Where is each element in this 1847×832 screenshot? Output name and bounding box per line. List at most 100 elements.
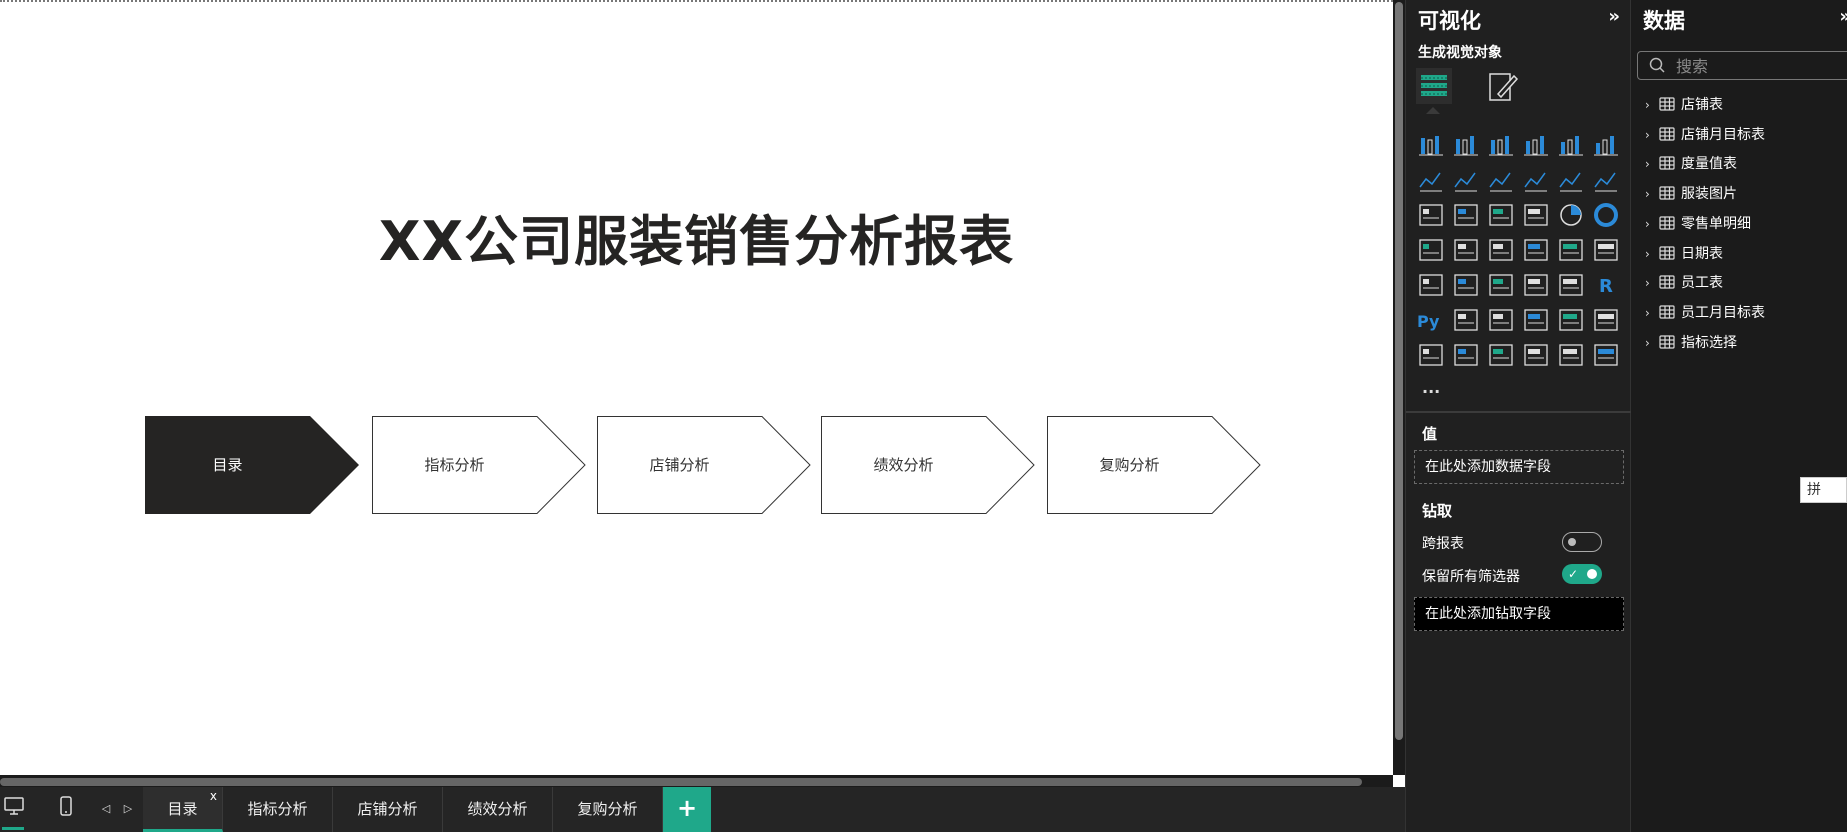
matrix-icon[interactable]	[1559, 274, 1583, 296]
decomposition-tree-icon[interactable]	[1489, 309, 1513, 331]
collapse-pane-icon[interactable]: »	[1608, 6, 1620, 27]
arcgis-icon[interactable]	[1524, 344, 1548, 366]
power-bi-icon[interactable]	[1559, 344, 1583, 366]
filled-map-icon[interactable]	[1489, 239, 1513, 261]
table-item[interactable]: › 度量值表	[1645, 152, 1737, 176]
100-bar-icon[interactable]	[1559, 136, 1583, 156]
svg-text:Py: Py	[1417, 312, 1440, 331]
search-input[interactable]	[1676, 55, 1846, 77]
table-item[interactable]: › 店铺表	[1645, 93, 1723, 117]
tab-indicator-analysis[interactable]: 指标分析	[223, 787, 333, 832]
ribbon-icon[interactable]	[1524, 172, 1547, 192]
mobile-view-icon[interactable]	[52, 795, 80, 823]
waterfall-icon[interactable]	[1454, 204, 1478, 226]
stacked-column-icon[interactable]	[1454, 136, 1478, 156]
table-icon	[1659, 156, 1675, 170]
canvas-vertical-scrollbar[interactable]	[1393, 0, 1405, 775]
key-influencers-icon[interactable]	[1454, 309, 1478, 331]
nav-button-store[interactable]: 店铺分析	[597, 416, 812, 514]
table-icon	[1659, 305, 1675, 319]
search-box[interactable]	[1637, 51, 1847, 80]
nav-button-indicator[interactable]: 指标分析	[372, 416, 587, 514]
funnel-icon[interactable]	[1489, 204, 1513, 226]
python-visual-icon[interactable]: Py	[1417, 312, 1440, 331]
card-icon[interactable]	[1594, 239, 1618, 261]
stacked-bar-icon[interactable]	[1419, 136, 1443, 156]
desktop-view-icon[interactable]	[0, 795, 28, 823]
table-item[interactable]: › 服装图片	[1645, 182, 1737, 206]
line-clustered-icon[interactable]	[1594, 172, 1617, 192]
area-chart-icon[interactable]	[1454, 172, 1477, 192]
table-item[interactable]: › 员工月目标表	[1645, 301, 1765, 325]
multi-card-icon[interactable]	[1419, 274, 1443, 296]
pie-icon[interactable]	[1560, 204, 1582, 226]
scatter-icon[interactable]	[1524, 204, 1548, 226]
map-icon[interactable]	[1454, 239, 1478, 261]
collapse-pane-icon[interactable]: »	[1839, 6, 1847, 27]
line-column-icon[interactable]	[1559, 172, 1582, 192]
chevron-right-icon[interactable]: ›	[1645, 152, 1659, 176]
nav-button-performance[interactable]: 绩效分析	[821, 416, 1036, 514]
qa-icon[interactable]	[1524, 309, 1548, 331]
stacked-area-icon[interactable]	[1489, 172, 1512, 192]
table-label: 服装图片	[1681, 186, 1737, 203]
kpi-icon[interactable]	[1454, 274, 1478, 296]
narrative-icon[interactable]	[1559, 309, 1583, 331]
toggle-knob	[1587, 569, 1597, 579]
chevron-right-icon[interactable]: ›	[1645, 212, 1659, 236]
chevron-right-icon[interactable]: ›	[1645, 93, 1659, 117]
ribbon-chart-icon[interactable]	[1419, 204, 1443, 226]
scroll-thumb[interactable]	[1395, 2, 1403, 740]
more-visuals-icon[interactable]: ...	[1422, 378, 1440, 397]
azure-map-icon[interactable]	[1524, 239, 1548, 261]
slicer-icon[interactable]	[1489, 274, 1513, 296]
table-item[interactable]: › 指标选择	[1645, 331, 1737, 355]
power-automate-icon[interactable]	[1489, 344, 1513, 366]
chevron-right-icon[interactable]: ›	[1645, 331, 1659, 355]
chevron-right-icon[interactable]: ›	[1645, 271, 1659, 295]
line-chart-icon[interactable]	[1419, 172, 1442, 192]
table-item[interactable]: › 日期表	[1645, 242, 1723, 266]
table-item[interactable]: › 店铺月目标表	[1645, 123, 1765, 147]
gauge-icon[interactable]	[1559, 239, 1583, 261]
scrollbar-corner	[1393, 775, 1405, 787]
keep-filters-toggle[interactable]: ✓	[1562, 564, 1602, 584]
flow-icon[interactable]	[1594, 344, 1618, 366]
drill-through-drop-well[interactable]: 在此处添加钻取字段	[1414, 597, 1624, 631]
tab-store-analysis[interactable]: 店铺分析	[333, 787, 443, 832]
chevron-right-icon[interactable]: ›	[1645, 242, 1659, 266]
tab-catalog[interactable]: 目录 x	[143, 787, 223, 832]
power-apps-icon[interactable]	[1454, 344, 1478, 366]
values-drop-well[interactable]: 在此处添加数据字段	[1414, 450, 1624, 484]
nav-button-catalog[interactable]: 目录	[145, 416, 360, 514]
chevron-right-icon[interactable]: ›	[1645, 123, 1659, 147]
build-visual-mode-button[interactable]	[1416, 68, 1452, 114]
metrics-icon[interactable]	[1594, 309, 1618, 331]
report-canvas[interactable]: XX公司服装销售分析报表 目录 指标分析 店铺分析 绩效分析 复购分析	[0, 0, 1393, 775]
chevron-right-icon[interactable]: ›	[1645, 182, 1659, 206]
scroll-thumb[interactable]	[0, 778, 1362, 786]
close-icon[interactable]: x	[210, 774, 217, 819]
chevron-right-icon[interactable]: ›	[1645, 301, 1659, 325]
table-icon[interactable]	[1524, 274, 1548, 296]
r-visual-icon[interactable]: R	[1599, 276, 1613, 297]
tab-repurchase-analysis[interactable]: 复购分析	[553, 787, 663, 832]
nav-button-label: 店铺分析	[649, 456, 710, 474]
clustered-column-icon[interactable]	[1524, 136, 1548, 156]
table-item[interactable]: › 零售单明细	[1645, 212, 1751, 236]
page-tab-bar: ◁ ▷ 目录 x 指标分析 店铺分析 绩效分析 复购分析 +	[0, 787, 1405, 832]
donut-icon[interactable]	[1594, 203, 1618, 227]
cross-report-toggle[interactable]	[1562, 532, 1602, 552]
paginated-report-icon[interactable]	[1419, 344, 1443, 366]
table-label: 员工月目标表	[1681, 304, 1765, 321]
nav-button-repurchase[interactable]: 复购分析	[1047, 416, 1262, 514]
100-column-icon[interactable]	[1594, 136, 1618, 156]
clustered-bar-icon[interactable]	[1489, 136, 1513, 156]
treemap-icon[interactable]	[1419, 239, 1443, 261]
add-page-button[interactable]: +	[663, 787, 711, 832]
format-visual-mode-button[interactable]	[1484, 68, 1520, 104]
table-label: 零售单明细	[1681, 215, 1751, 232]
table-item[interactable]: › 员工表	[1645, 271, 1723, 295]
scroll-right-icon[interactable]: ▷	[114, 795, 142, 823]
tab-performance-analysis[interactable]: 绩效分析	[443, 787, 553, 832]
